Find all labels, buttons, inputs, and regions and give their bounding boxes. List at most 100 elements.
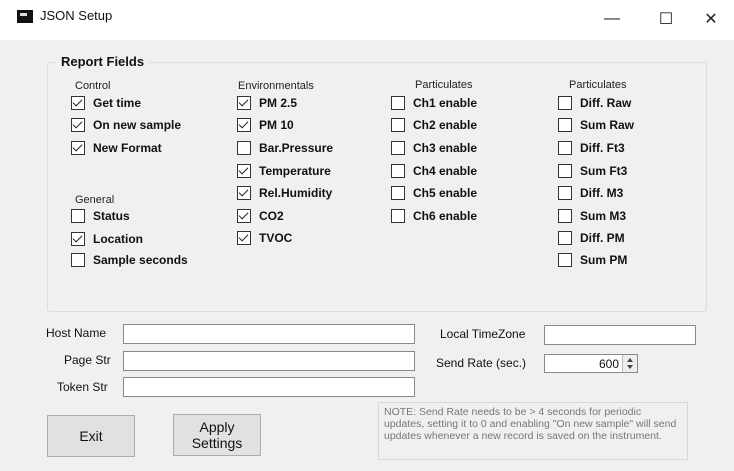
checkbox-label: TVOC xyxy=(259,231,293,245)
checkbox-diff-pm[interactable]: Diff. PM xyxy=(558,231,625,245)
app-icon xyxy=(17,10,33,23)
apply-settings-button[interactable]: Apply Settings xyxy=(173,414,261,456)
checkbox-temperature[interactable]: Temperature xyxy=(237,164,331,178)
checkbox-ch5-enable[interactable]: Ch5 enable xyxy=(391,186,477,200)
close-button[interactable]: ✕ xyxy=(688,6,734,32)
checkbox-box[interactable] xyxy=(237,231,251,245)
checkbox-box[interactable] xyxy=(71,232,85,246)
checkbox-new-format[interactable]: New Format xyxy=(71,141,162,155)
checkbox-label: Diff. Ft3 xyxy=(580,141,625,155)
checkbox-box[interactable] xyxy=(71,209,85,223)
checkbox-box[interactable] xyxy=(237,164,251,178)
spin-down-icon[interactable] xyxy=(627,365,633,369)
checkbox-ch1-enable[interactable]: Ch1 enable xyxy=(391,96,477,110)
host-name-label: Host Name xyxy=(46,326,107,340)
checkbox-sum-ft3[interactable]: Sum Ft3 xyxy=(558,164,627,178)
particulates-heading-1: Particulates xyxy=(415,79,473,91)
checkbox-sample-seconds[interactable]: Sample seconds xyxy=(71,253,188,267)
checkbox-label: PM 2.5 xyxy=(259,96,298,110)
checkbox-label: Ch2 enable xyxy=(413,118,478,132)
checkbox-label: Diff. PM xyxy=(580,231,625,245)
checkbox-ch6-enable[interactable]: Ch6 enable xyxy=(391,209,477,223)
checkbox-label: CO2 xyxy=(259,209,284,223)
checkbox-label: PM 10 xyxy=(259,118,294,132)
send-rate-label: Send Rate (sec.) xyxy=(436,356,527,370)
checkbox-label: Sum Raw xyxy=(580,118,635,132)
checkbox-label: Ch3 enable xyxy=(413,141,478,155)
checkbox-box[interactable] xyxy=(558,96,572,110)
checkbox-box[interactable] xyxy=(558,186,572,200)
checkbox-box[interactable] xyxy=(558,253,572,267)
checkbox-box[interactable] xyxy=(71,118,85,132)
checkbox-on-new-sample[interactable]: On new sample xyxy=(71,118,181,132)
checkbox-box[interactable] xyxy=(237,96,251,110)
checkbox-box[interactable] xyxy=(558,231,572,245)
checkbox-diff-raw[interactable]: Diff. Raw xyxy=(558,96,631,110)
maximize-button[interactable]: ☐ xyxy=(643,6,689,32)
checkbox-label: Ch4 enable xyxy=(413,164,478,178)
checkbox-bar-pressure[interactable]: Bar.Pressure xyxy=(237,141,333,155)
checkbox-sum-pm[interactable]: Sum PM xyxy=(558,253,627,267)
checkbox-ch3-enable[interactable]: Ch3 enable xyxy=(391,141,477,155)
checkbox-pm25[interactable]: PM 2.5 xyxy=(237,96,297,110)
checkbox-box[interactable] xyxy=(237,209,251,223)
minimize-button[interactable]: — xyxy=(589,6,635,32)
checkbox-box[interactable] xyxy=(391,141,405,155)
checkbox-label: Rel.Humidity xyxy=(259,186,333,200)
checkbox-diff-m3[interactable]: Diff. M3 xyxy=(558,186,623,200)
checkbox-location[interactable]: Location xyxy=(71,232,143,246)
spinner-buttons[interactable] xyxy=(622,355,637,372)
token-str-label: Token Str xyxy=(57,380,108,394)
checkbox-label: Ch1 enable xyxy=(413,96,478,110)
checkbox-box[interactable] xyxy=(71,96,85,110)
checkbox-label: Diff. M3 xyxy=(580,186,624,200)
checkbox-box[interactable] xyxy=(71,141,85,155)
checkbox-box[interactable] xyxy=(558,118,572,132)
checkbox-label: Sum M3 xyxy=(580,209,627,223)
exit-button[interactable]: Exit xyxy=(47,415,135,457)
checkbox-label: Bar.Pressure xyxy=(259,141,334,155)
checkbox-ch4-enable[interactable]: Ch4 enable xyxy=(391,164,477,178)
checkbox-diff-ft3[interactable]: Diff. Ft3 xyxy=(558,141,625,155)
checkbox-status[interactable]: Status xyxy=(71,209,130,223)
checkbox-box[interactable] xyxy=(558,209,572,223)
checkbox-box[interactable] xyxy=(558,141,572,155)
checkbox-co2[interactable]: CO2 xyxy=(237,209,284,223)
checkbox-label: Ch6 enable xyxy=(413,209,478,223)
token-str-input[interactable] xyxy=(123,377,415,397)
checkbox-sum-m3[interactable]: Sum M3 xyxy=(558,209,626,223)
checkbox-box[interactable] xyxy=(391,209,405,223)
checkbox-box[interactable] xyxy=(237,186,251,200)
window-title: JSON Setup xyxy=(40,8,113,23)
checkbox-tvoc[interactable]: TVOC xyxy=(237,231,292,245)
checkbox-label: Status xyxy=(93,209,130,223)
checkbox-label: Location xyxy=(93,232,143,246)
checkbox-get-time[interactable]: Get time xyxy=(71,96,141,110)
checkbox-box[interactable] xyxy=(391,96,405,110)
checkbox-box[interactable] xyxy=(237,118,251,132)
send-rate-stepper[interactable]: 600 xyxy=(544,354,638,373)
checkbox-box[interactable] xyxy=(558,164,572,178)
local-timezone-input[interactable] xyxy=(544,325,696,345)
page-str-input[interactable] xyxy=(123,351,415,371)
checkbox-label: Ch5 enable xyxy=(413,186,478,200)
checkbox-box[interactable] xyxy=(71,253,85,267)
checkbox-ch2-enable[interactable]: Ch2 enable xyxy=(391,118,477,132)
particulates-heading-2: Particulates xyxy=(569,79,627,91)
checkbox-label: Sum Ft3 xyxy=(580,164,628,178)
checkbox-box[interactable] xyxy=(391,164,405,178)
checkbox-box[interactable] xyxy=(237,141,251,155)
checkbox-box[interactable] xyxy=(391,118,405,132)
checkbox-box[interactable] xyxy=(391,186,405,200)
checkbox-pm10[interactable]: PM 10 xyxy=(237,118,294,132)
checkbox-label: New Format xyxy=(93,141,162,155)
general-heading: General xyxy=(75,194,115,206)
checkbox-sum-raw[interactable]: Sum Raw xyxy=(558,118,634,132)
host-name-input[interactable] xyxy=(123,324,415,344)
send-rate-value[interactable]: 600 xyxy=(599,357,619,371)
checkbox-rel-humidity[interactable]: Rel.Humidity xyxy=(237,186,332,200)
spin-up-icon[interactable] xyxy=(627,358,633,362)
report-fields-title: Report Fields xyxy=(56,54,150,69)
checkbox-label: Sample seconds xyxy=(93,253,188,267)
checkbox-label: On new sample xyxy=(93,118,182,132)
